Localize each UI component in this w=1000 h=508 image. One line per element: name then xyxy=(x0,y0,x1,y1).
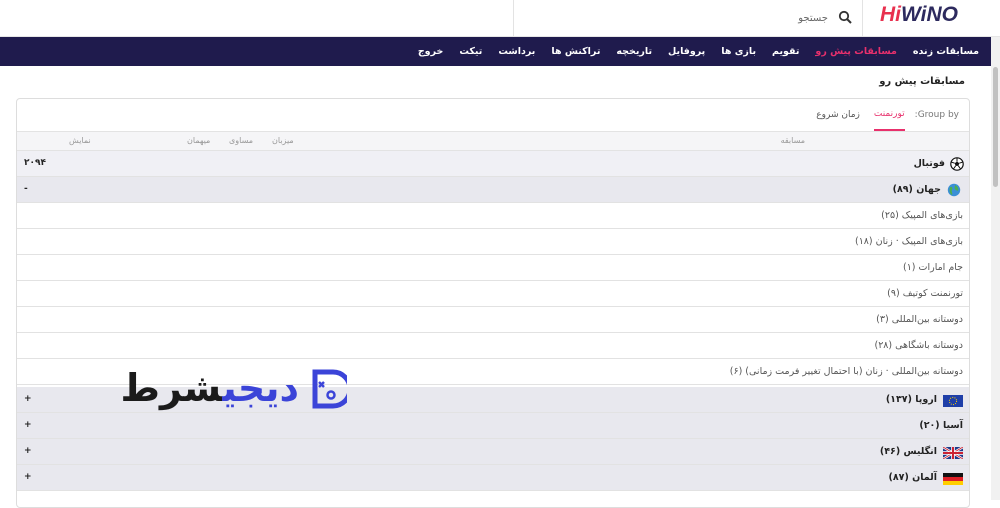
search-box xyxy=(513,0,863,36)
league-name: بازی‌های المپیک · زنان (۱۸) xyxy=(854,236,963,247)
matches-panel: Group by: تورنمنت زمان شروع مسابقه میزبا… xyxy=(16,98,970,508)
region-name: اروپا (۱۳۷) xyxy=(885,394,937,405)
watermark-text: دیجیشرط xyxy=(85,366,299,410)
table-header: مسابقه میزبان مساوی میهمان نمایش xyxy=(17,131,969,151)
region-name: جهان (۸۹) xyxy=(892,184,941,195)
brand-logo[interactable]: Hi WiNO xyxy=(875,0,963,30)
page-title: مسابقات پیش رو xyxy=(879,76,965,87)
league-row[interactable]: دوستانه بین‌المللی (۳) xyxy=(17,307,969,333)
logo-rest-text: WiNO xyxy=(901,3,958,26)
game-controller-icon xyxy=(312,369,347,409)
league-row[interactable]: تورنمنت کوتیف (۹) xyxy=(17,281,969,307)
search-icon[interactable] xyxy=(838,10,852,24)
expand-toggle[interactable]: + xyxy=(24,446,32,456)
league-name: دوستانه بین‌المللی · زنان (با احتمال تغی… xyxy=(729,366,963,377)
group-by-tournament-tab[interactable]: تورنمنت xyxy=(873,99,905,131)
region-row-world[interactable]: جهان (۸۹) - xyxy=(17,177,969,203)
watermark-part-a: شرط xyxy=(120,366,223,410)
expand-toggle[interactable]: + xyxy=(24,394,32,404)
col-competition: مسابقه xyxy=(780,136,805,145)
region-row-germany[interactable]: آلمان (۸۷) + xyxy=(17,465,969,491)
collapse-toggle[interactable]: - xyxy=(24,184,28,194)
league-row[interactable]: دوستانه باشگاهی (۲۸) xyxy=(17,333,969,359)
col-display: نمایش xyxy=(69,136,91,145)
sport-name: فوتبال xyxy=(913,158,945,169)
league-name: دوستانه باشگاهی (۲۸) xyxy=(874,340,963,351)
watermark-part-b: دیجی xyxy=(222,366,299,410)
expand-toggle[interactable]: + xyxy=(24,420,32,430)
col-home: میزبان xyxy=(272,136,294,145)
page-scrollbar[interactable] xyxy=(991,37,1000,500)
watermark-logo: دیجیشرط xyxy=(85,366,347,418)
expand-toggle[interactable]: + xyxy=(24,472,32,482)
uk-flag-icon xyxy=(943,447,963,459)
scrollbar-thumb[interactable] xyxy=(993,67,998,187)
top-bar: Hi WiNO xyxy=(0,0,1000,37)
group-by-bar: Group by: تورنمنت زمان شروع xyxy=(802,99,959,131)
region-name: آسیا (۲۰) xyxy=(919,420,963,431)
search-input[interactable] xyxy=(568,9,828,27)
nav-transactions[interactable]: تراکنش ها xyxy=(551,46,600,57)
nav-ticket[interactable]: تیکت xyxy=(459,46,482,57)
nav-calendar[interactable]: تقویم xyxy=(772,46,799,57)
logo-hi-text: Hi xyxy=(880,3,901,26)
eu-flag-icon xyxy=(943,395,963,407)
nav-live-matches[interactable]: مسابقات زنده xyxy=(913,46,979,57)
league-name: تورنمنت کوتیف (۹) xyxy=(887,288,963,299)
soccer-ball-icon xyxy=(950,157,964,171)
nav-games[interactable]: بازی ها xyxy=(721,46,756,57)
league-name: دوستانه بین‌المللی (۳) xyxy=(876,314,963,325)
germany-flag-icon xyxy=(943,473,963,485)
nav-history[interactable]: تاریخچه xyxy=(616,46,652,57)
league-name: بازی‌های المپیک (۲۵) xyxy=(881,210,963,221)
sport-row[interactable]: فوتبال ۲۰۹۴ xyxy=(17,151,969,177)
globe-icon xyxy=(947,183,961,197)
league-row[interactable]: جام امارات (۱) xyxy=(17,255,969,281)
main-nav: مسابقات زنده مسابقات پیش رو تقویم بازی ه… xyxy=(0,37,991,66)
nav-profile[interactable]: پروفایل xyxy=(668,46,705,57)
col-away: میهمان xyxy=(187,136,211,145)
sport-count: ۲۰۹۴ xyxy=(24,158,46,168)
region-name: آلمان (۸۷) xyxy=(888,472,937,483)
region-name: انگلیس (۴۶) xyxy=(879,446,937,457)
nav-upcoming-matches[interactable]: مسابقات پیش رو xyxy=(815,46,897,57)
group-by-start-time-tab[interactable]: زمان شروع xyxy=(816,99,860,131)
col-draw: مساوی xyxy=(229,136,253,145)
league-row[interactable]: بازی‌های المپیک · زنان (۱۸) xyxy=(17,229,969,255)
region-row-england[interactable]: انگلیس (۴۶) + xyxy=(17,439,969,465)
nav-logout[interactable]: خروج xyxy=(418,46,444,57)
league-name: جام امارات (۱) xyxy=(902,262,963,273)
group-by-label: Group by: xyxy=(914,110,959,120)
nav-withdraw[interactable]: برداشت xyxy=(498,46,535,57)
league-row[interactable]: بازی‌های المپیک (۲۵) xyxy=(17,203,969,229)
